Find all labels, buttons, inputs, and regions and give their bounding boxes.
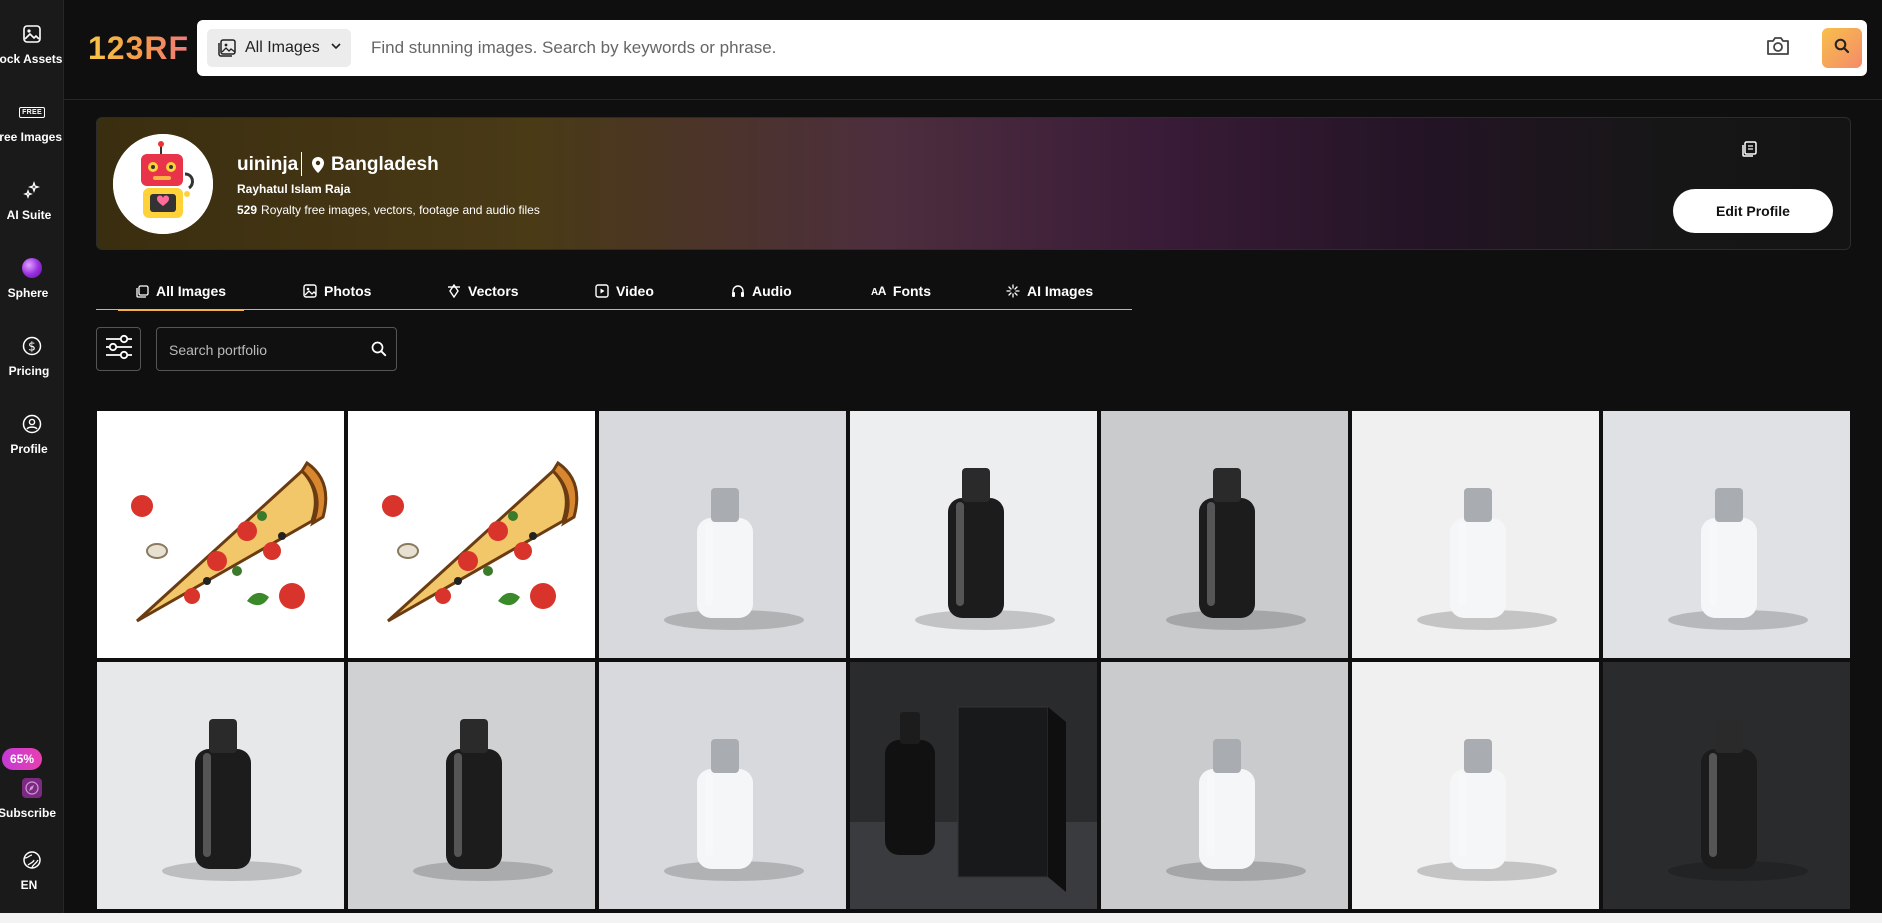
- image-tile[interactable]: [1352, 662, 1599, 909]
- tab-vectors[interactable]: Vectors: [447, 272, 519, 310]
- main-search-bar: All Images: [197, 20, 1867, 76]
- sidebar-item-subscribe[interactable]: Subscribe: [0, 770, 64, 830]
- search-submit-button[interactable]: [1822, 28, 1862, 68]
- country-label: Bangladesh: [331, 154, 439, 175]
- portfolio-count: 529: [237, 203, 258, 217]
- vector-pen-icon: [448, 284, 460, 298]
- tab-label: All Images: [156, 283, 227, 299]
- font-aa-icon: AA: [871, 284, 886, 298]
- sidebar-item-label: Pricing: [8, 364, 50, 378]
- sidebar-item-profile[interactable]: Profile: [0, 406, 64, 466]
- image-icon: [20, 22, 44, 46]
- top-header: 123RF All Images: [64, 0, 1882, 100]
- search-icon[interactable]: [371, 341, 387, 362]
- tab-photos[interactable]: Photos: [303, 272, 371, 310]
- sidebar-item-label: Sphere: [7, 286, 49, 300]
- sidebar-item-sphere[interactable]: Sphere: [0, 250, 64, 310]
- visual-search-button[interactable]: [1763, 34, 1793, 62]
- free-badge-icon: FREE: [19, 100, 45, 124]
- dollar-circle-icon: $: [20, 334, 44, 358]
- tab-label: Vectors: [468, 283, 519, 299]
- asset-type-select[interactable]: All Images: [207, 29, 351, 67]
- image-tile[interactable]: [348, 662, 595, 909]
- divider: [301, 152, 302, 176]
- language-label: EN: [20, 878, 38, 892]
- image-tile[interactable]: [97, 662, 344, 909]
- app-root: Stock Assets FREE Free Images AI Suite S…: [0, 0, 1882, 923]
- sidebar-item-stock-assets[interactable]: Stock Assets: [0, 16, 64, 76]
- tab-label: Video: [616, 283, 654, 299]
- sparkle-icon: [20, 178, 44, 202]
- all-images-icon: [136, 284, 149, 298]
- sidebar-item-label: AI Suite: [6, 208, 52, 222]
- portfolio-stats: 529 Royalty free images, vectors, footage…: [237, 203, 540, 217]
- site-logo[interactable]: 123RF: [88, 30, 189, 67]
- copy-icon: [1740, 141, 1758, 162]
- compass-icon: [20, 776, 44, 800]
- tab-label: Fonts: [892, 283, 932, 299]
- taskbar-strip: [0, 913, 1882, 923]
- profile-banner: uininja Bangladesh Rayhatul Islam Raja 5…: [96, 117, 1851, 250]
- sidebar-item-free-images[interactable]: FREE Free Images: [0, 94, 64, 154]
- chevron-down-icon: [330, 39, 342, 57]
- headphones-icon: [732, 285, 744, 297]
- sidebar-item-pricing[interactable]: $ Pricing: [0, 328, 64, 388]
- tab-label: AI Images: [1027, 283, 1094, 299]
- username: uininja: [237, 154, 299, 175]
- image-tile[interactable]: [1352, 411, 1599, 658]
- image-stack-icon: [217, 38, 237, 58]
- sidebar: Stock Assets FREE Free Images AI Suite S…: [0, 0, 64, 923]
- edit-profile-button[interactable]: Edit Profile: [1673, 189, 1833, 233]
- image-tile[interactable]: [850, 662, 1097, 909]
- ai-sparkle-icon: [1006, 284, 1020, 298]
- tab-fonts[interactable]: AA Fonts: [871, 272, 931, 310]
- sphere-icon: [20, 256, 44, 280]
- image-tile[interactable]: [599, 411, 846, 658]
- sidebar-item-label: Profile: [10, 442, 48, 456]
- portfolio-search: [156, 327, 397, 371]
- image-tile[interactable]: [97, 411, 344, 658]
- filter-button[interactable]: [96, 327, 141, 371]
- profile-circle-icon: [20, 412, 44, 436]
- sidebar-item-ai-suite[interactable]: AI Suite: [0, 172, 64, 232]
- tab-video[interactable]: Video: [595, 272, 654, 310]
- sidebar-item-label: Free Images: [0, 130, 63, 144]
- tab-all-images[interactable]: All Images: [117, 272, 245, 311]
- globe-icon: [20, 848, 44, 872]
- tab-ai-images[interactable]: AI Images: [1006, 272, 1093, 310]
- discount-badge[interactable]: 65%: [2, 748, 42, 770]
- profile-location: Bangladesh: [311, 154, 439, 176]
- media-type-tabs: All Images Photos Vectors Video Audio AA…: [96, 272, 1132, 311]
- image-grid: [97, 411, 1851, 909]
- location-pin-icon: [312, 157, 324, 173]
- image-tile[interactable]: [1101, 411, 1348, 658]
- photo-icon: [303, 284, 317, 298]
- sidebar-item-label: Subscribe: [0, 806, 57, 820]
- search-icon: [1834, 38, 1850, 59]
- language-selector[interactable]: EN: [0, 842, 64, 902]
- camera-icon: [1765, 35, 1791, 62]
- image-tile[interactable]: [348, 411, 595, 658]
- image-tile[interactable]: [1603, 411, 1850, 658]
- image-tile[interactable]: [599, 662, 846, 909]
- avatar: [113, 134, 213, 234]
- image-tile[interactable]: [1101, 662, 1348, 909]
- tab-audio[interactable]: Audio: [731, 272, 792, 310]
- image-tile[interactable]: [1603, 662, 1850, 909]
- asset-type-label: All Images: [245, 39, 320, 56]
- portfolio-search-input[interactable]: [169, 338, 359, 362]
- sliders-icon: [104, 332, 134, 367]
- search-input[interactable]: [371, 30, 1751, 66]
- full-name: Rayhatul Islam Raja: [237, 182, 351, 196]
- sidebar-item-label: Stock Assets: [0, 52, 63, 66]
- svg-text:$: $: [28, 340, 36, 354]
- portfolio-count-text: Royalty free images, vectors, footage an…: [261, 203, 540, 217]
- tab-label: Photos: [324, 283, 372, 299]
- tab-label: Audio: [752, 283, 792, 299]
- image-tile[interactable]: [850, 411, 1097, 658]
- copy-link-button[interactable]: [1740, 140, 1758, 163]
- video-icon: [595, 284, 609, 298]
